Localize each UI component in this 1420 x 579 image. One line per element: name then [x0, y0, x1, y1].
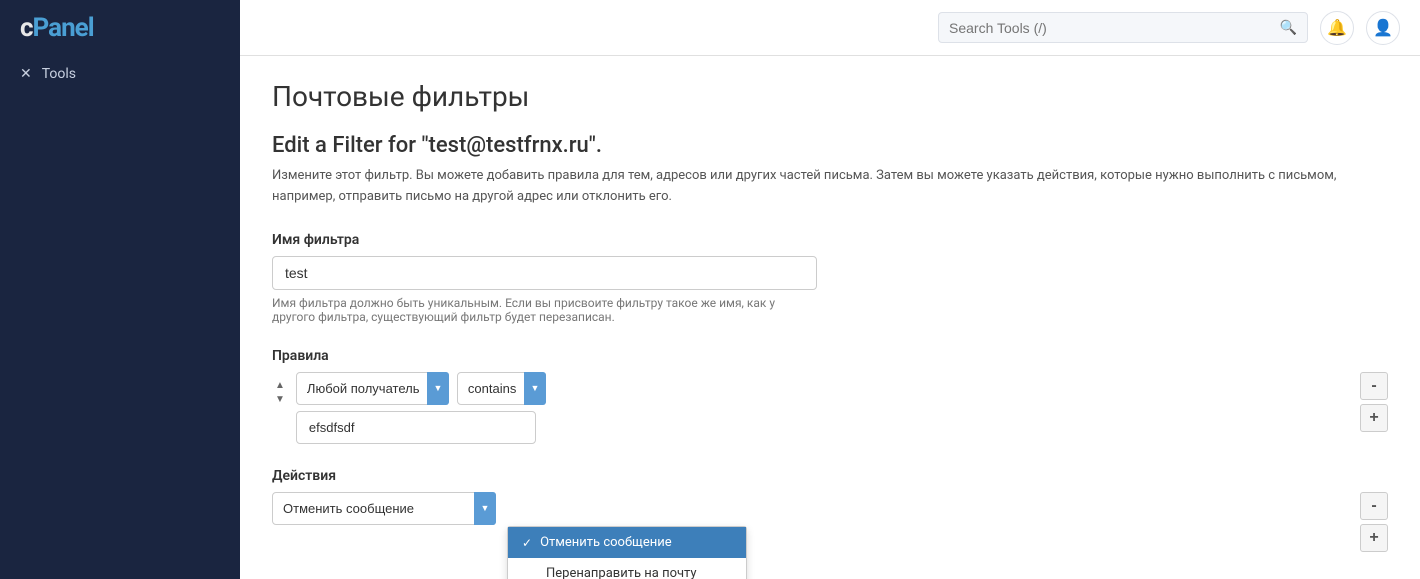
search-container: 🔍	[938, 12, 1308, 43]
user-button[interactable]: 👤	[1366, 11, 1400, 45]
dropdown-item-label: Перенаправить на почту	[546, 566, 697, 579]
filter-name-label: Имя фильтра	[272, 232, 1388, 248]
page-description: Измените этот фильтр. Вы можете добавить…	[272, 166, 1352, 208]
sidebar-item-tools[interactable]: ✕ Tools	[0, 56, 240, 92]
actions-section: Действия Отменить сообщение Перенаправит…	[272, 468, 1388, 525]
condition-select-wrapper: Любой получатель	[296, 372, 449, 405]
tools-icon: ✕	[20, 66, 32, 82]
action-select-wrapper: Отменить сообщение Перенаправить на почт…	[272, 492, 496, 525]
dropdown-item-discard[interactable]: ✓ Отменить сообщение	[508, 527, 746, 558]
dropdown-item-redirect[interactable]: Перенаправить на почту	[508, 558, 746, 579]
actions-plus-button[interactable]: +	[1360, 524, 1388, 552]
rules-minus-button[interactable]: -	[1360, 372, 1388, 400]
condition-select[interactable]: Любой получатель	[296, 372, 449, 405]
main-area: 🔍 🔔 👤 Почтовые фильтры Edit a Filter for…	[240, 0, 1420, 579]
notifications-button[interactable]: 🔔	[1320, 11, 1354, 45]
header: 🔍 🔔 👤	[240, 0, 1420, 56]
bell-icon: 🔔	[1327, 18, 1347, 38]
filter-name-section: Имя фильтра Имя фильтра должно быть уник…	[272, 232, 1388, 324]
search-button[interactable]: 🔍	[1280, 19, 1297, 36]
operator-select[interactable]: contains	[457, 372, 546, 405]
rules-label: Правила	[272, 348, 1388, 364]
filter-name-input[interactable]	[272, 256, 817, 290]
content-area: Почтовые фильтры Edit a Filter for "test…	[240, 56, 1420, 579]
action-select[interactable]: Отменить сообщение Перенаправить на почт…	[272, 492, 496, 525]
logo-text: cPanel	[20, 13, 94, 43]
actions-minus-button[interactable]: -	[1360, 492, 1388, 520]
search-input[interactable]	[949, 20, 1272, 36]
actions-dropdown: ✓ Отменить сообщение Перенаправить на по…	[507, 526, 747, 579]
actions-add-remove: - +	[1360, 492, 1388, 552]
rule-up-arrow[interactable]: ▲	[272, 380, 288, 392]
rules-plus-button[interactable]: +	[1360, 404, 1388, 432]
section-subtitle: Edit a Filter for "test@testfrnx.ru".	[272, 133, 1388, 158]
rules-add-remove: - +	[1360, 372, 1388, 432]
dropdown-item-label: Отменить сообщение	[540, 535, 672, 550]
actions-label: Действия	[272, 468, 1388, 484]
action-fields: Отменить сообщение Перенаправить на почт…	[272, 492, 496, 525]
sidebar-item-label: Tools	[42, 66, 76, 82]
rule-fields: Любой получатель contains	[296, 372, 546, 444]
logo: cPanel	[0, 0, 240, 56]
sidebar: cPanel ✕ Tools	[0, 0, 240, 579]
operator-select-wrapper: contains	[457, 372, 546, 405]
rule-down-arrow[interactable]: ▼	[272, 394, 288, 406]
rules-section: Правила ▲ ▼ Любой получатель	[272, 348, 1388, 444]
rule-value-input[interactable]	[296, 411, 536, 444]
user-icon: 👤	[1373, 18, 1393, 38]
check-icon: ✓	[522, 536, 532, 550]
page-title: Почтовые фильтры	[272, 80, 1388, 113]
filter-name-hint: Имя фильтра должно быть уникальным. Если…	[272, 296, 817, 324]
rule-arrows: ▲ ▼	[272, 380, 288, 406]
